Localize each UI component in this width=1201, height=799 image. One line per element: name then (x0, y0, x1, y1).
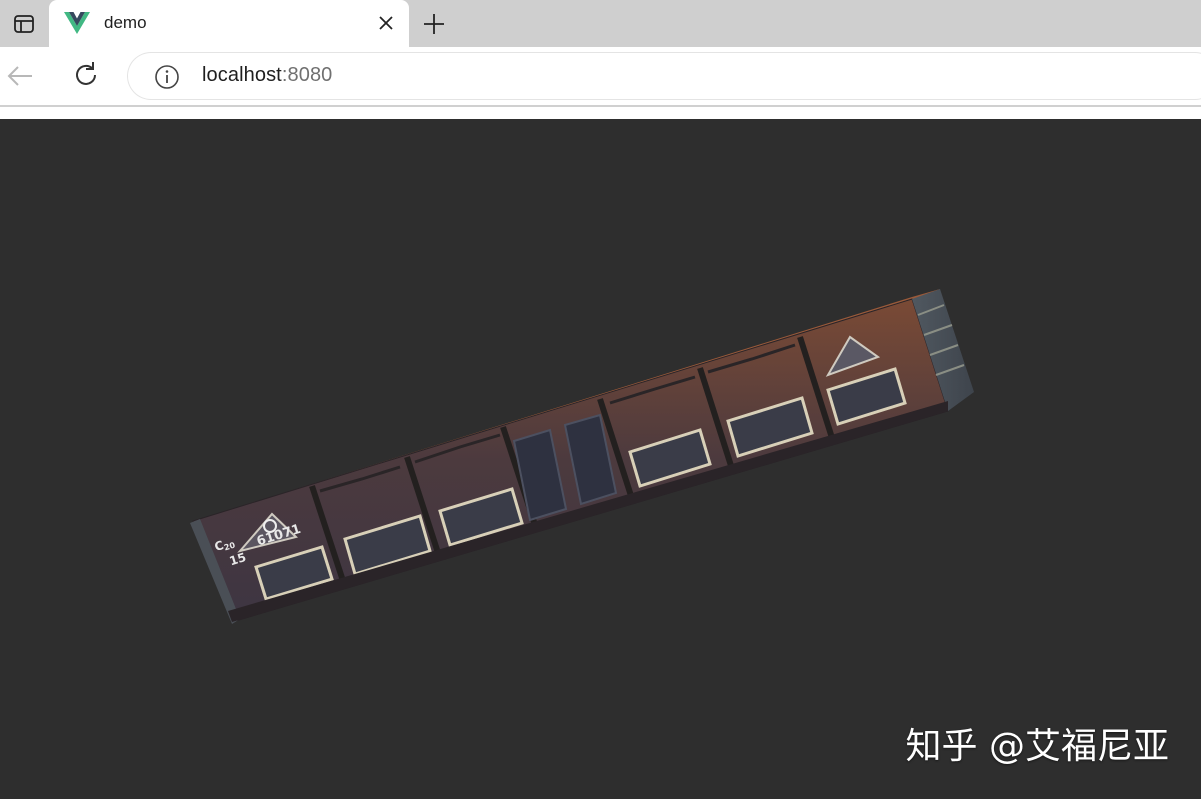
new-tab-button[interactable] (420, 10, 448, 38)
watermark: 知乎 @艾福尼亚 (906, 717, 1169, 769)
plus-icon (422, 12, 446, 36)
info-icon[interactable] (154, 64, 180, 90)
url-host: localhost (202, 64, 282, 86)
browser-toolbar: localhost:8080 (0, 47, 1201, 105)
tab-actions-button[interactable] (0, 0, 47, 47)
tab-strip: demo (0, 0, 1201, 47)
tab-demo[interactable]: demo (49, 0, 409, 47)
url-port: :8080 (282, 64, 333, 86)
gondola-car-model[interactable]: C20 15 61071 (0, 119, 1201, 799)
url-text[interactable]: localhost:8080 (202, 64, 332, 87)
toolbar-separator (0, 105, 1201, 119)
tab-title: demo (104, 13, 147, 33)
webgl-viewport[interactable]: C20 15 61071 知乎 @艾福尼亚 (0, 119, 1201, 799)
vue-logo-icon (64, 12, 90, 34)
reload-icon[interactable] (70, 59, 102, 91)
close-icon[interactable] (377, 14, 395, 32)
tab-actions-icon (12, 12, 36, 36)
address-bar[interactable]: localhost:8080 (128, 53, 1201, 99)
back-arrow-icon[interactable] (4, 60, 36, 92)
